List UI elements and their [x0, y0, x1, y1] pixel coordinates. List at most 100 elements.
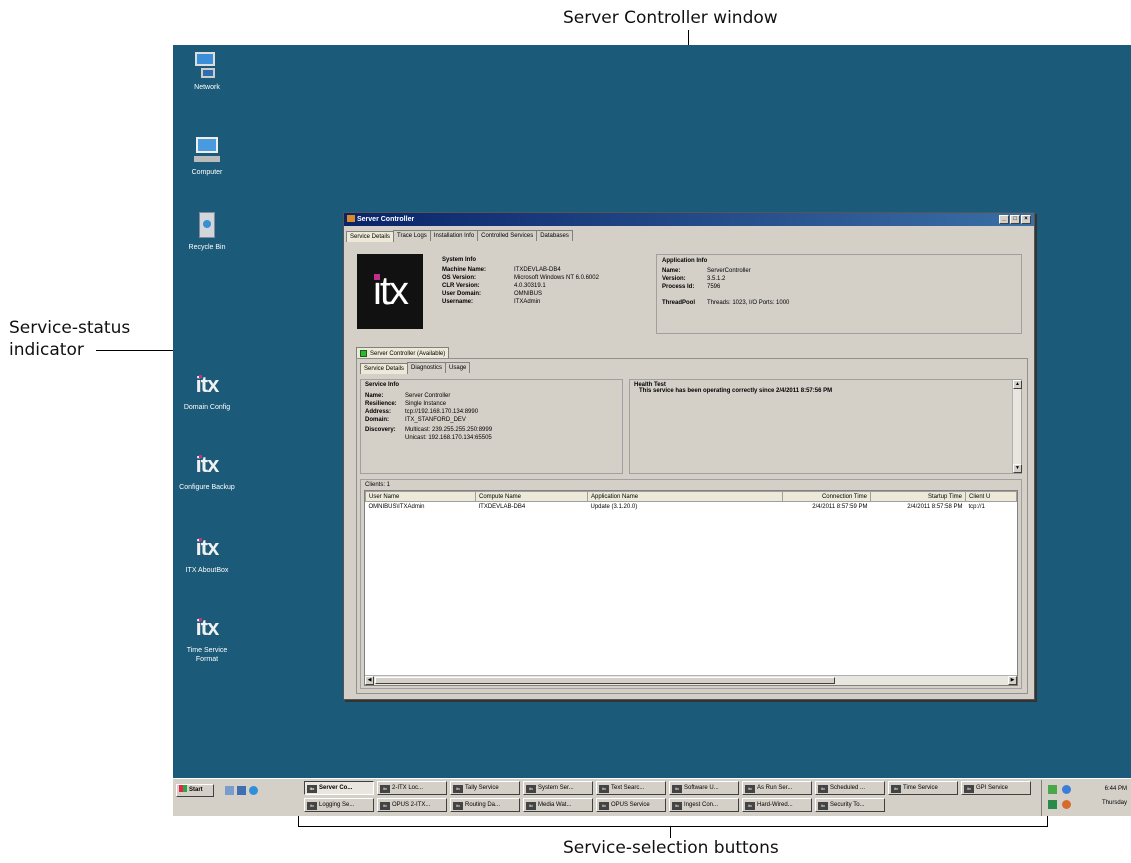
itx-icon: itx	[453, 802, 463, 810]
desktop-icon-time-service-format[interactable]: itx Time Service Format	[177, 613, 237, 664]
taskbar-button[interactable]: itx GPI Service	[961, 781, 1031, 795]
taskbar-button[interactable]: itx Software U...	[669, 781, 739, 795]
taskbar-button[interactable]: itx Routing Da...	[450, 798, 520, 812]
taskbar-button[interactable]: itx Tally Service	[450, 781, 520, 795]
system-info-key: CLR Version:	[442, 283, 480, 289]
itx-icon: itx	[453, 785, 463, 793]
taskbar-button[interactable]: itx Text Searc...	[596, 781, 666, 795]
desktop-icon-recycle-bin[interactable]: Recycle Bin	[177, 210, 237, 252]
update-tray-icon[interactable]	[1062, 785, 1071, 794]
clients-group: Clients: 1 User Name Compute Name Applic…	[360, 479, 1022, 689]
computer-icon	[191, 135, 223, 165]
callout-service-selection-buttons: Service-selection buttons	[563, 838, 779, 858]
column-startup-time[interactable]: Startup Time	[870, 491, 966, 502]
taskbar-button[interactable]: itx Security To...	[815, 798, 885, 812]
service-info-key: Resilience:	[365, 401, 397, 407]
system-info-group: System Info Machine Name: ITXDEVLAB-DB4 O…	[436, 254, 649, 326]
internet-explorer-icon[interactable]	[249, 786, 258, 795]
tab-service-details[interactable]: Service Details	[346, 231, 395, 242]
tab-inner-service-details[interactable]: Service Details	[360, 363, 409, 374]
itx-icon: itx	[307, 785, 317, 793]
app-info-value: 7596	[707, 284, 721, 290]
itx-icon: itx	[195, 535, 220, 560]
tab-usage[interactable]: Usage	[445, 362, 471, 373]
taskbar-button[interactable]: itx OPUS Service	[596, 798, 666, 812]
scroll-right-arrow[interactable]: ▶	[1008, 676, 1017, 685]
column-application-name[interactable]: Application Name	[587, 491, 783, 502]
clients-list[interactable]: User Name Compute Name Application Name …	[364, 490, 1018, 686]
taskbar-button[interactable]: itx Scheduled ...	[815, 781, 885, 795]
app-info-key: Process Id:	[662, 284, 695, 290]
itx-icon: itx	[818, 802, 828, 810]
app-icon	[347, 215, 355, 222]
scroll-thumb[interactable]	[375, 677, 835, 684]
bracket-stem	[670, 826, 671, 838]
desktop-icon-configure-backup[interactable]: itx Configure Backup	[177, 450, 237, 492]
tab-databases[interactable]: Databases	[536, 230, 573, 241]
security-tray-icon[interactable]	[1062, 800, 1071, 809]
start-button[interactable]: Start	[176, 784, 214, 797]
health-scrollbar[interactable]: ▲ ▼	[1012, 380, 1022, 473]
table-row[interactable]: OMNIBUS\ITXAdmin ITXDEVLAB-DB4 Update (3…	[366, 502, 1017, 512]
taskbar-button[interactable]: itx As Run Ser...	[742, 781, 812, 795]
bracket-bottom	[298, 826, 1048, 827]
explorer-icon[interactable]	[237, 786, 246, 795]
close-button[interactable]: ×	[1021, 215, 1031, 224]
taskbar-button[interactable]: itx Time Service	[888, 781, 958, 795]
taskbar-button[interactable]: itx Logging Se...	[304, 798, 374, 812]
itx-icon: itx	[380, 785, 390, 793]
taskbar-button[interactable]: itx Ingest Con...	[669, 798, 739, 812]
scroll-up-arrow[interactable]: ▲	[1013, 380, 1022, 389]
service-info-key: Name:	[365, 393, 384, 399]
system-info-value: OMNIBUS	[514, 291, 543, 297]
desktop-icon-label: Recycle Bin	[188, 244, 226, 251]
tab-trace-logs[interactable]: Trace Logs	[393, 230, 431, 241]
bracket-right	[1047, 816, 1048, 826]
cell-user-name: OMNIBUS\ITXAdmin	[368, 503, 425, 510]
application-info-group: Application Info Name: ServerController V…	[656, 254, 1022, 334]
taskbar-button[interactable]: itx 2-ITX Loc...	[377, 781, 447, 795]
desktop-icon-label: Configure Backup	[179, 484, 235, 491]
cell-compute-name: ITXDEVLAB-DB4	[478, 503, 526, 510]
cell-startup-time: 2/4/2011 8:57:58 PM	[907, 503, 963, 510]
column-user-name[interactable]: User Name	[365, 491, 476, 502]
taskbar-button[interactable]: itx Media Wat...	[523, 798, 593, 812]
clock-time[interactable]: 6:44 PM	[1105, 786, 1127, 792]
taskbar-button[interactable]: itx System Ser...	[523, 781, 593, 795]
show-desktop-icon[interactable]	[225, 786, 234, 795]
horizontal-scrollbar[interactable]: ◀ ▶	[365, 675, 1017, 685]
itx-icon: itx	[891, 785, 901, 793]
column-compute-name[interactable]: Compute Name	[475, 491, 588, 502]
network-icon	[191, 50, 223, 80]
desktop-icon-domain-config[interactable]: itx Domain Config	[177, 370, 237, 412]
maximize-button[interactable]: □	[1010, 215, 1020, 224]
speaker-tray-icon[interactable]	[1048, 800, 1057, 809]
taskbar-button[interactable]: itx Hard-Wired...	[742, 798, 812, 812]
itx-icon: itx	[195, 372, 220, 397]
top-tabs: Service Details Trace Logs Installation …	[346, 230, 1034, 242]
column-client-u[interactable]: Client U	[965, 491, 1017, 502]
server-controller-window: Server Controller _ □ × Service Details …	[343, 212, 1035, 700]
minimize-button[interactable]: _	[999, 215, 1009, 224]
desktop-icon-computer[interactable]: Computer	[177, 135, 237, 177]
desktop-icon-label: Network	[194, 84, 220, 91]
window-titlebar[interactable]: Server Controller _ □ ×	[344, 213, 1034, 226]
desktop-icon-network[interactable]: Network	[177, 50, 237, 92]
tab-installation-info[interactable]: Installation Info	[429, 230, 479, 241]
service-info-key: Domain:	[365, 417, 389, 423]
clients-label: Clients: 1	[365, 482, 391, 488]
scroll-down-arrow[interactable]: ▼	[1013, 464, 1022, 473]
service-info-value: Server Controller	[405, 393, 451, 399]
tab-diagnostics[interactable]: Diagnostics	[407, 362, 447, 373]
desktop-icon-itx-aboutbox[interactable]: itx ITX AboutBox	[177, 533, 237, 575]
scroll-left-arrow[interactable]: ◀	[365, 676, 374, 685]
system-info-key: Username:	[442, 299, 474, 305]
app-info-value: ServerController	[707, 268, 751, 274]
taskbar-button-server-controller[interactable]: itx Server Co...	[304, 781, 374, 795]
column-connection-time[interactable]: Connection Time	[782, 491, 871, 502]
system-info-heading: System Info	[442, 257, 477, 263]
network-tray-icon[interactable]	[1048, 785, 1057, 794]
taskbar-button[interactable]: itx OPUS 2-ITX...	[377, 798, 447, 812]
tab-controlled-services[interactable]: Controlled Services	[477, 230, 538, 241]
system-info-value: Microsoft Windows NT 6.0.6002	[514, 275, 599, 281]
